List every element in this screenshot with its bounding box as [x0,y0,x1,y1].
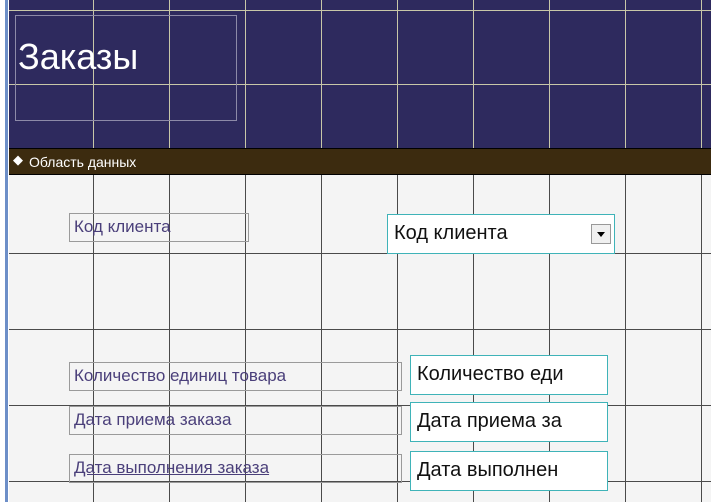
label-customer-code[interactable]: Код клиента [69,213,249,242]
section-collapse-icon: ◆ [13,152,23,167]
form-header-section[interactable]: Заказы [9,0,711,148]
combo-value: Код клиента [394,222,508,244]
chevron-down-icon[interactable] [591,224,611,244]
field-quantity[interactable]: Количество еди [410,355,608,395]
section-label: Область данных [29,154,137,170]
title-label-box[interactable]: Заказы [15,15,237,121]
combo-customer-code[interactable]: Код клиента [387,214,615,254]
label-quantity[interactable]: Количество единиц товара [69,362,402,391]
left-ruler [0,0,9,502]
page-title: Заказы [18,36,139,77]
field-order-date[interactable]: Дата приема за [410,402,608,442]
form-design-canvas: Заказы ◆ Область данных Код клиента Код … [0,0,711,502]
detail-section-bar[interactable]: ◆ Область данных [9,148,711,175]
detail-section[interactable]: Код клиента Код клиента Количество едини… [9,175,711,502]
field-completion-date[interactable]: Дата выполнен [410,451,608,491]
label-order-date[interactable]: Дата приема заказа [69,406,402,435]
label-completion-date[interactable]: Дата выполнения заказа [69,454,402,483]
selection-bar[interactable] [5,0,8,502]
